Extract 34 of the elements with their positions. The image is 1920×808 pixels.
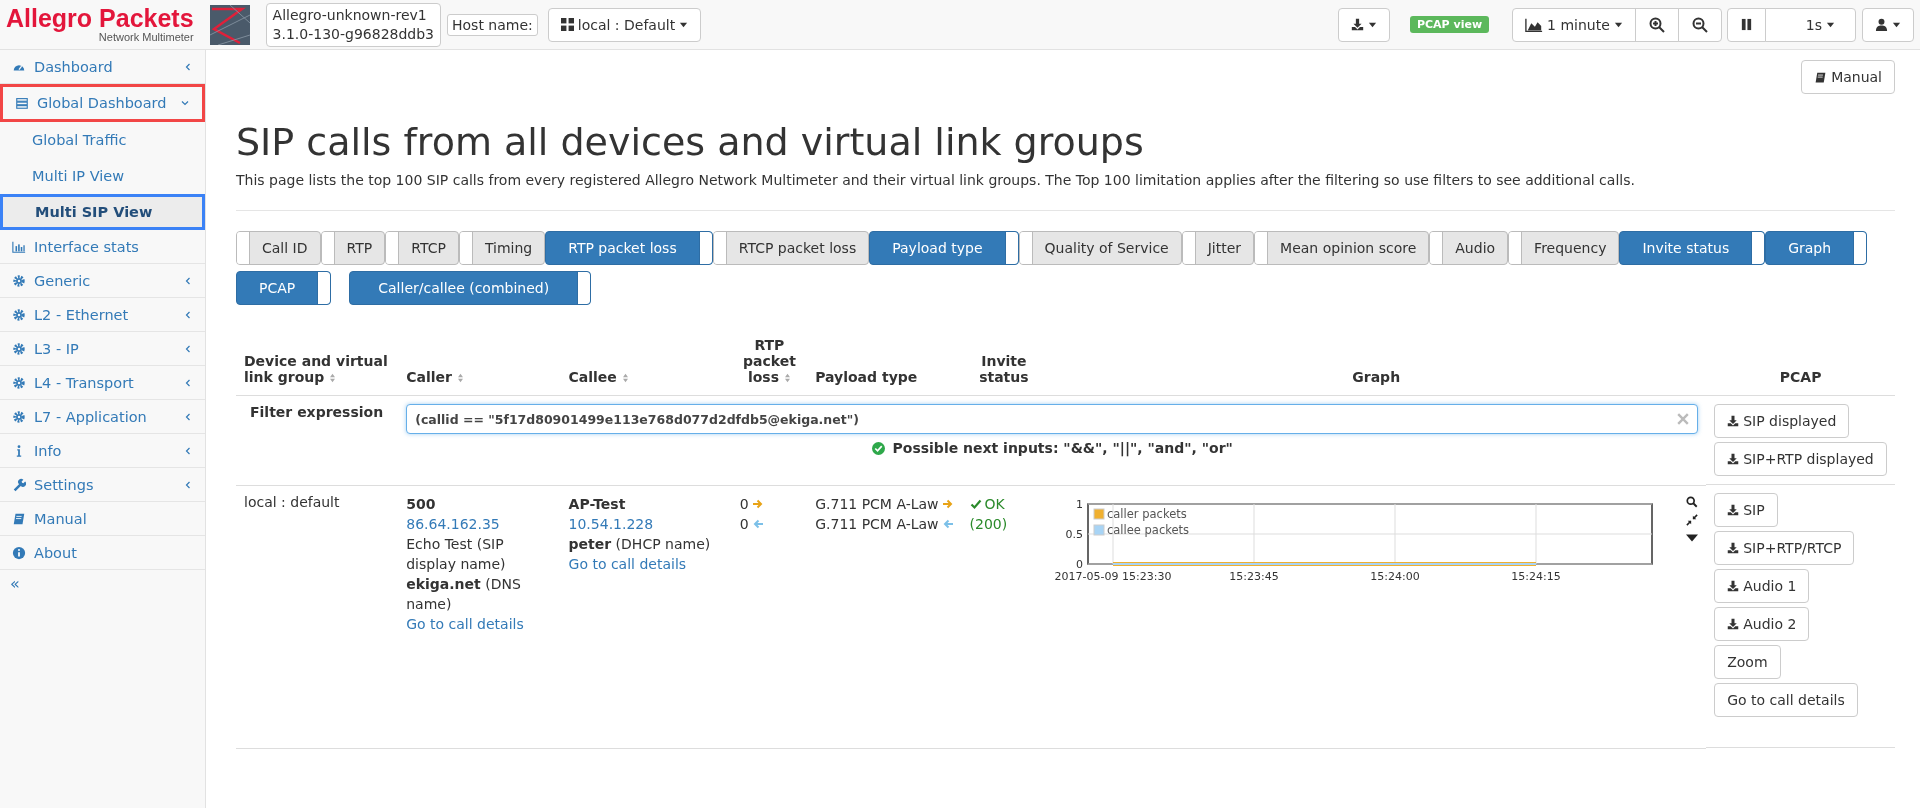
column-header: Invite status: [961, 333, 1047, 396]
y-tick-label: 0: [1076, 557, 1084, 571]
table-cell-text: G.711 PCM A-Law: [815, 514, 939, 534]
mode-badge: PCAP view: [1409, 16, 1490, 33]
legend-item: callee packets: [1093, 522, 1190, 537]
status-code: (200): [969, 514, 1009, 534]
x-tick-label: 15:24:00: [1370, 569, 1420, 583]
brand-subtitle: Network Multimeter: [98, 31, 194, 43]
filter-label: Filter expression: [250, 404, 384, 420]
x-tick-label: 15:24:15: [1511, 569, 1561, 583]
y-tick-label: 1: [1076, 497, 1084, 511]
host-label: Host name:: [447, 13, 538, 36]
table-cell-text: AP-Test: [568, 494, 627, 514]
x-tick-label: 15:23:45: [1229, 569, 1279, 583]
table-cell-text: 0: [739, 494, 749, 514]
table-cell-text: Echo Test (SIP display name): [406, 534, 507, 574]
device-label: Allegro-unknown-rev1 3.1.0-130-g96828ddb3: [265, 2, 442, 47]
page-description: This page lists the top 100 SIP calls from every registered Allegro Network Multimeter and their virtual link groups. The Top 100 limitation applies after the filtering so use filters to see additional calls.: [236, 172, 1636, 188]
column-header: Graph: [1046, 333, 1707, 396]
page-title: SIP calls from all devices and virtual link groups: [236, 120, 1145, 164]
table-cell-text: 500: [406, 494, 437, 514]
column-header: PCAP: [1706, 333, 1895, 396]
legend-item: caller packets: [1093, 506, 1187, 521]
table-cell-text: peter (DHCP name): [568, 534, 712, 554]
suggestion-text: Possible next inputs: "&&", "||", "and", "or": [892, 440, 1233, 456]
table-cell-text: 0: [739, 514, 749, 534]
x-tick-label: 2017-05-09 15:23:30: [1054, 569, 1172, 583]
table-cell-text: G.711 PCM A-Law: [815, 494, 939, 514]
y-tick-label: 0.5: [1065, 527, 1084, 541]
table-cell: local : default: [236, 485, 399, 748]
table-cell-text: ekiga.net (DNS name): [406, 574, 522, 614]
invite-status: OK: [984, 494, 1005, 514]
column-header: Payload type: [807, 333, 962, 396]
brand-name: Allegro Packets: [6, 6, 194, 31]
